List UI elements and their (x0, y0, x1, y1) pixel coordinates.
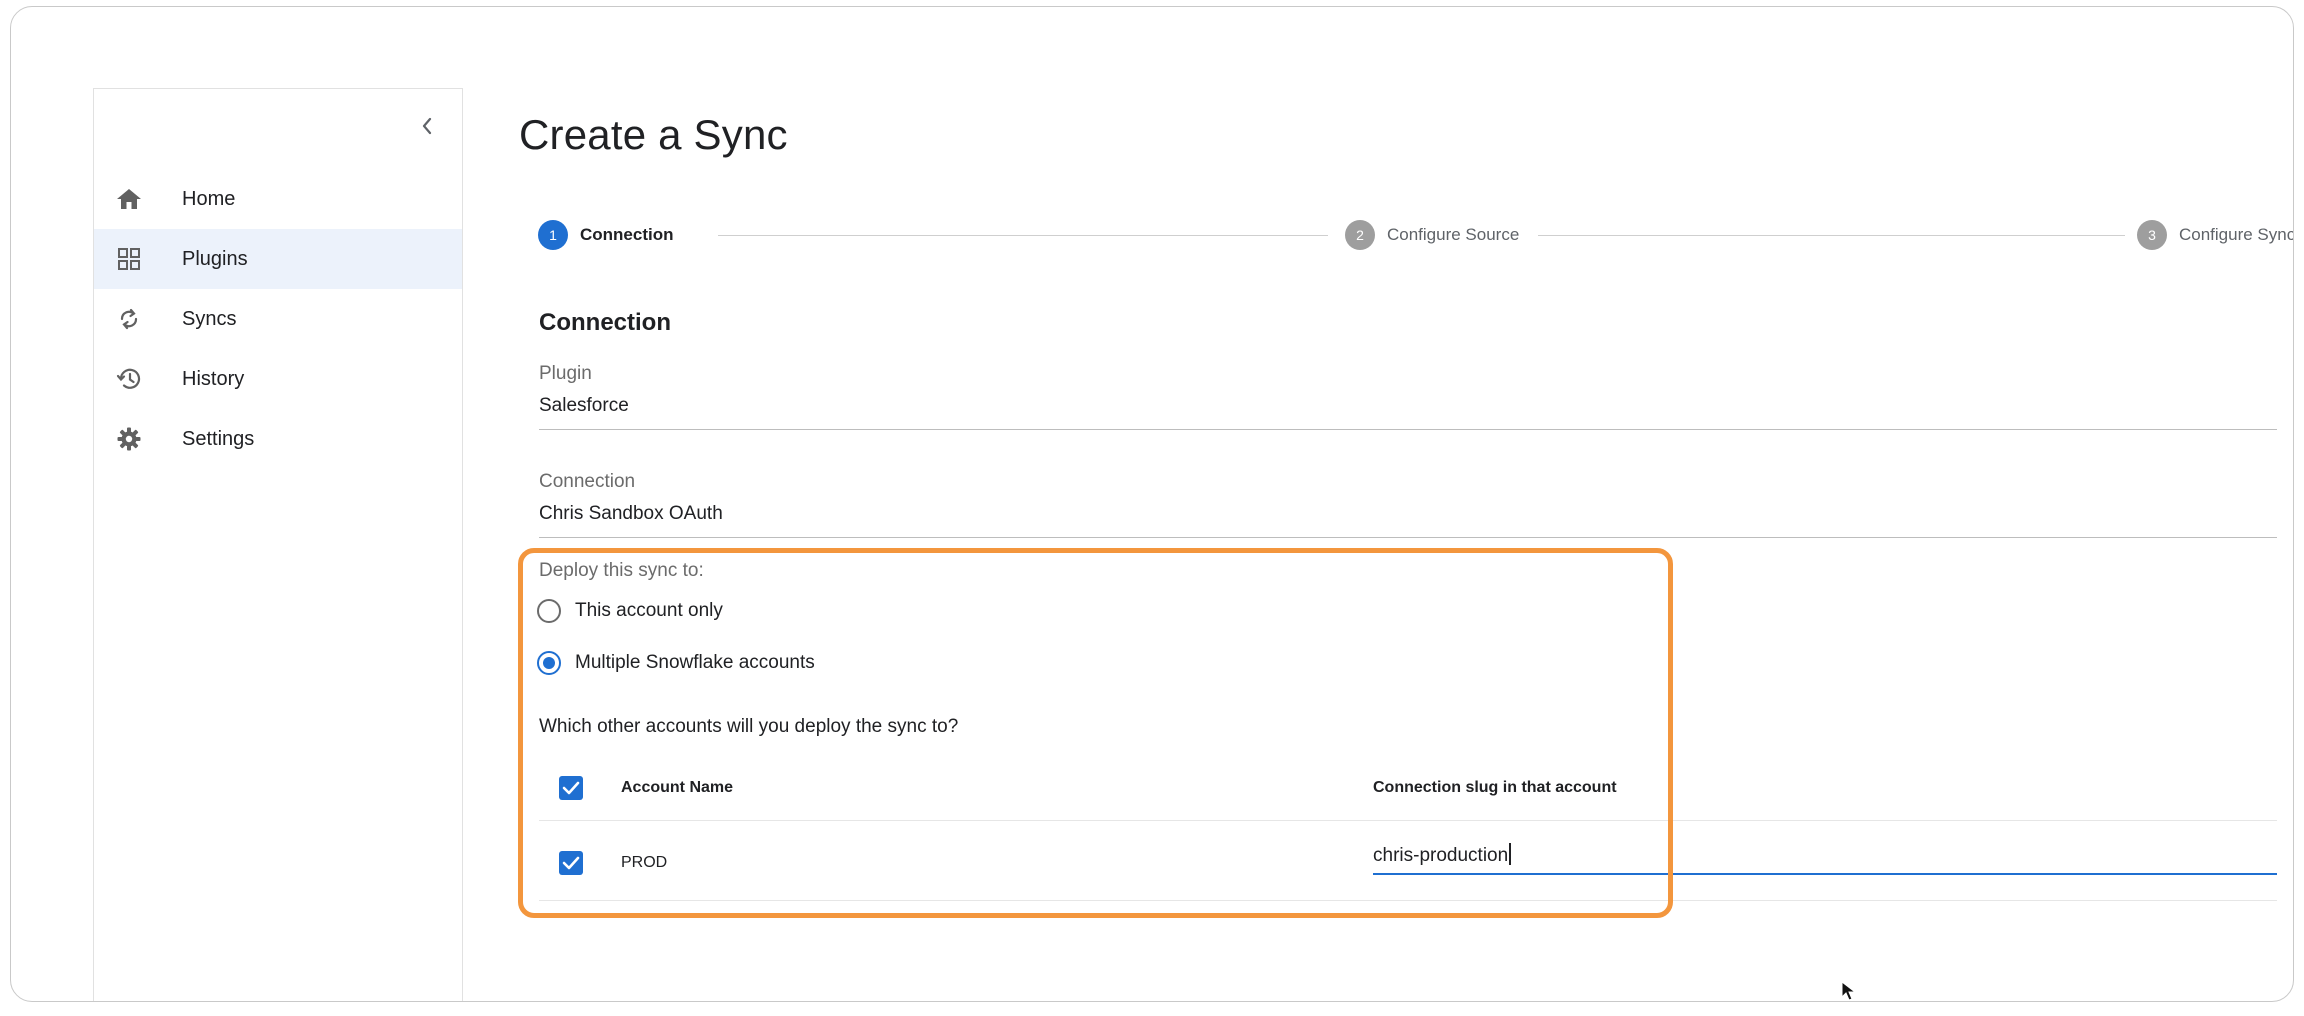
plugin-field[interactable]: Plugin Salesforce (539, 363, 2277, 430)
sidebar: Home Plugins Syncs History Settings (93, 88, 463, 1001)
main-content: Create a Sync 1 Connection 2 Configure S… (463, 7, 2293, 1001)
sidebar-item-home[interactable]: Home (94, 169, 462, 229)
check-icon (562, 856, 580, 870)
step-label: Configure Sync (2179, 225, 2294, 244)
table-row: PROD chris-production (539, 821, 2277, 901)
sidebar-item-plugins[interactable]: Plugins (94, 229, 462, 289)
connection-slug-value: chris-production (1373, 845, 1509, 866)
grid-icon (114, 244, 144, 274)
accounts-table: Account Name Connection slug in that acc… (539, 757, 2277, 901)
sidebar-item-settings[interactable]: Settings (94, 409, 462, 469)
chevron-left-icon[interactable] (412, 111, 442, 141)
deploy-label: Deploy this sync to: (539, 560, 704, 581)
connection-label: Connection (539, 471, 636, 492)
connection-value: Chris Sandbox OAuth (539, 503, 723, 524)
radio-label: This account only (575, 600, 723, 621)
sidebar-item-label: Plugins (182, 247, 248, 270)
step-number: 3 (2137, 220, 2167, 250)
gear-icon (114, 424, 144, 454)
sidebar-item-syncs[interactable]: Syncs (94, 289, 462, 349)
radio-label: Multiple Snowflake accounts (575, 652, 815, 673)
connection-slug-input[interactable]: chris-production (1373, 839, 2277, 875)
sidebar-nav: Home Plugins Syncs History Settings (94, 169, 462, 469)
row-checkbox[interactable] (559, 851, 583, 875)
step-connector (718, 235, 1328, 236)
radio-this-account-only[interactable]: This account only (537, 599, 723, 623)
select-all-checkbox[interactable] (559, 776, 583, 800)
sync-icon (114, 304, 144, 334)
plugin-label: Plugin (539, 363, 592, 384)
radio-multiple-snowflake-accounts[interactable]: Multiple Snowflake accounts (537, 651, 815, 675)
sidebar-item-label: History (182, 367, 245, 390)
text-caret (1509, 843, 1511, 865)
mouse-cursor-icon (1841, 981, 1857, 1001)
step-configure-sync[interactable]: 3 Configure Sync (2125, 219, 2294, 251)
app-window: Home Plugins Syncs History Settings Crea… (10, 6, 2294, 1002)
sidebar-item-history[interactable]: History (94, 349, 462, 409)
sidebar-item-label: Home (182, 187, 236, 210)
account-name-cell: PROD (621, 854, 668, 871)
table-header-row: Account Name Connection slug in that acc… (539, 757, 2277, 821)
radio-button[interactable] (537, 599, 561, 623)
radio-button[interactable] (537, 651, 561, 675)
header-connection-slug: Connection slug in that account (1373, 779, 1617, 796)
header-account-name: Account Name (621, 779, 734, 796)
history-icon (114, 364, 144, 394)
step-number: 1 (538, 220, 568, 250)
accounts-question: Which other accounts will you deploy the… (539, 716, 959, 737)
page-title: Create a Sync (519, 111, 788, 158)
stepper: 1 Connection 2 Configure Source 3 Config… (538, 219, 2293, 251)
step-connection[interactable]: 1 Connection (538, 219, 686, 251)
step-configure-source[interactable]: 2 Configure Source (1333, 219, 1532, 251)
step-connector (1538, 235, 2138, 236)
step-label: Configure Source (1387, 225, 1520, 244)
check-icon (562, 781, 580, 795)
step-label: Connection (580, 225, 674, 244)
sidebar-item-label: Syncs (182, 307, 237, 330)
plugin-value: Salesforce (539, 395, 629, 416)
sidebar-item-label: Settings (182, 427, 255, 450)
section-title: Connection (539, 309, 671, 336)
home-icon (114, 184, 144, 214)
step-number: 2 (1345, 220, 1375, 250)
connection-field[interactable]: Connection Chris Sandbox OAuth (539, 471, 2277, 538)
